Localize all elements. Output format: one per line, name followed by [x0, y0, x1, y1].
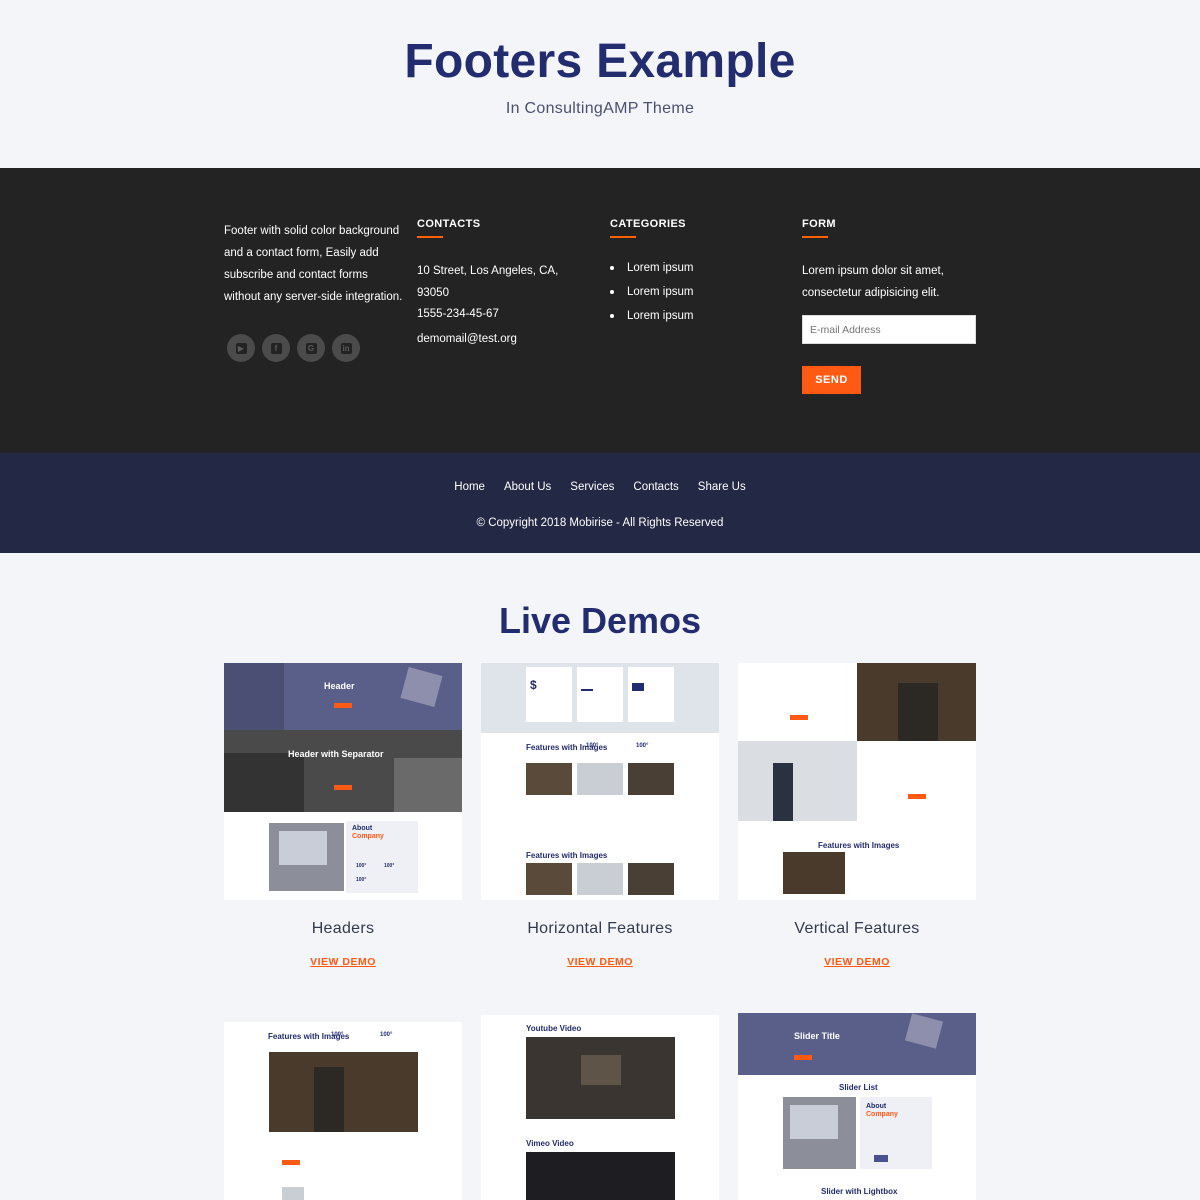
- form-text: Lorem ipsum dolor sit amet, consectetur …: [802, 265, 944, 299]
- category-item[interactable]: Lorem ipsum: [610, 284, 770, 308]
- nav-link-contacts[interactable]: Contacts: [633, 481, 678, 493]
- footer-nav: Home About Us Services Contacts Share Us: [0, 481, 1200, 493]
- contact-email[interactable]: demomail@test.org: [417, 333, 587, 345]
- demo-card-video: Youtube Video Vimeo Video: [481, 1015, 719, 1200]
- page-header: Footers Example In ConsultingAMP Theme: [0, 0, 1200, 168]
- thumb-stat: 100°: [356, 863, 367, 869]
- demo-card-features-images: Features with Images 100° 100°: [224, 1022, 462, 1200]
- contact-address: 10 Street, Los Angeles, CA, 93050: [417, 265, 559, 299]
- facebook-glyph: f: [270, 342, 282, 354]
- view-demo-link[interactable]: VIEW DEMO: [224, 956, 462, 968]
- nav-link-services[interactable]: Services: [570, 481, 614, 493]
- contacts-underline: [417, 236, 443, 238]
- thumb-stat: 100°: [380, 1032, 393, 1038]
- youtube-glyph: ▶: [235, 342, 247, 354]
- send-button[interactable]: SEND: [802, 366, 861, 394]
- thumb-slider-list: Slider List: [839, 1083, 878, 1092]
- demo-thumbnail[interactable]: Slider Title Slider List About Company S…: [738, 1013, 976, 1200]
- thumb-stat: 100°: [356, 877, 367, 883]
- footer-about-text: Footer with solid color background and a…: [224, 225, 403, 303]
- copyright-text: © Copyright 2018 Mobirise - All Rights R…: [476, 517, 724, 529]
- categories-underline: [610, 236, 636, 238]
- view-demo-link[interactable]: VIEW DEMO: [738, 956, 976, 968]
- thumb-stat: 100°: [331, 1032, 344, 1038]
- demo-thumbnail[interactable]: $ Features with Images 100° 100° Feature…: [481, 663, 719, 900]
- facebook-icon[interactable]: f: [262, 334, 290, 362]
- page-title: Footers Example: [404, 35, 796, 88]
- social-links: ▶ f G in: [227, 334, 360, 362]
- contact-phone: 1555-234-45-67: [417, 308, 499, 320]
- category-item[interactable]: Lorem ipsum: [610, 308, 770, 332]
- thumb-company: Company: [352, 833, 384, 840]
- form-title: FORM: [802, 218, 836, 230]
- view-demo-link[interactable]: VIEW DEMO: [481, 956, 719, 968]
- linkedin-glyph: in: [340, 342, 352, 354]
- nav-link-about[interactable]: About Us: [504, 481, 551, 493]
- demo-card-horizontal-features: $ Features with Images 100° 100° Feature…: [481, 663, 719, 968]
- thumb-youtube-title: Youtube Video: [526, 1024, 582, 1033]
- contacts-column: CONTACTS 10 Street, Los Angeles, CA, 930…: [417, 218, 587, 345]
- thumb-vimeo-title: Vimeo Video: [526, 1139, 574, 1148]
- demo-card-headers: Header Header with Separator About Compa…: [224, 663, 462, 968]
- demo-thumbnail[interactable]: Features with Images 100° 100°: [224, 1022, 462, 1200]
- demo-card-title: Headers: [311, 920, 375, 937]
- demo-thumbnail[interactable]: Features with Images: [738, 663, 976, 900]
- thumb-about: About: [352, 825, 373, 832]
- thumb-stat: 100°: [384, 863, 395, 869]
- categories-list: Lorem ipsum Lorem ipsum Lorem ipsum: [610, 260, 770, 332]
- google-plus-icon[interactable]: G: [297, 334, 325, 362]
- nav-link-share[interactable]: Share Us: [698, 481, 746, 493]
- thumb-slider-lightbox: Slider with Lightbox: [821, 1187, 898, 1196]
- demo-card-slider: Slider Title Slider List About Company S…: [738, 1013, 976, 1200]
- email-field[interactable]: [802, 315, 976, 344]
- demo-card-title: Horizontal Features: [527, 920, 673, 937]
- live-demos-title: Live Demos: [498, 600, 702, 641]
- form-underline: [802, 236, 828, 238]
- thumb-features-title: Features with Images: [818, 841, 900, 850]
- nav-link-home[interactable]: Home: [454, 481, 485, 493]
- thumb-company: Company: [866, 1111, 898, 1118]
- thumb-about: About: [866, 1103, 887, 1110]
- demo-thumbnail[interactable]: Youtube Video Vimeo Video: [481, 1015, 719, 1200]
- thumb-stat: 100°: [636, 743, 649, 749]
- youtube-icon[interactable]: ▶: [227, 334, 255, 362]
- thumb-features-title-2: Features with Images: [526, 851, 608, 860]
- page-subtitle: In ConsultingAMP Theme: [505, 100, 695, 117]
- thumb-header-title: Header: [324, 681, 355, 691]
- footer-bottom-bar: Home About Us Services Contacts Share Us…: [0, 453, 1200, 553]
- contacts-title: CONTACTS: [417, 218, 481, 230]
- category-item[interactable]: Lorem ipsum: [610, 260, 770, 284]
- demo-thumbnail[interactable]: Header Header with Separator About Compa…: [224, 663, 462, 900]
- thumb-slider-title: Slider Title: [794, 1031, 840, 1041]
- form-column: FORM Lorem ipsum dolor sit amet, consect…: [802, 218, 982, 394]
- linkedin-icon[interactable]: in: [332, 334, 360, 362]
- thumb-dollar: $: [530, 678, 537, 692]
- thumb-header-sep-title: Header with Separator: [288, 749, 384, 759]
- thumb-stat: 100°: [586, 743, 599, 749]
- categories-column: CATEGORIES Lorem ipsum Lorem ipsum Lorem…: [610, 218, 770, 332]
- categories-title: CATEGORIES: [610, 218, 686, 230]
- demo-card-vertical-features: Features with Images Vertical Features V…: [738, 663, 976, 968]
- footer-main: Footer with solid color background and a…: [0, 168, 1200, 453]
- google-plus-glyph: G: [305, 342, 317, 354]
- demo-card-title: Vertical Features: [794, 920, 920, 937]
